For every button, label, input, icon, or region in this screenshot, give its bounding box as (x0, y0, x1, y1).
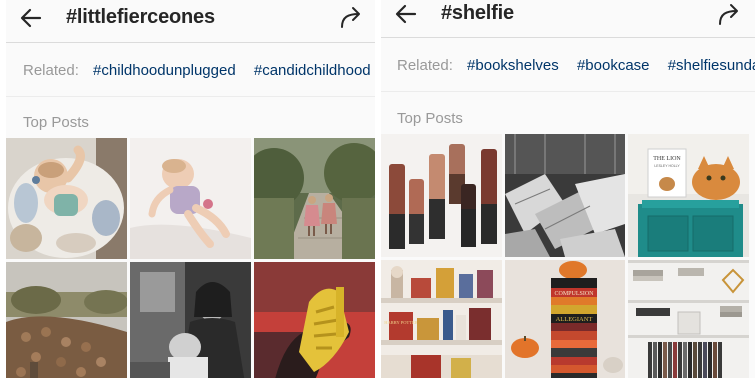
top-bar: #littlefierceones (6, 0, 375, 43)
related-tag-link[interactable]: #candidchildhood (254, 62, 371, 79)
related-tag-link[interactable]: #bookshelves (467, 57, 559, 74)
share-arrow-icon[interactable] (717, 3, 741, 27)
related-hashtags: Related: #bookshelves #bookcase #shelfie… (381, 39, 755, 92)
share-arrow-icon[interactable] (339, 6, 363, 30)
related-tag-link[interactable]: #bookcase (577, 57, 650, 74)
post-thumbnail[interactable] (130, 138, 251, 259)
post-thumbnail[interactable]: COMPULSION ALLEGIANT (505, 260, 625, 378)
top-posts-grid: THE LION LESLEY HOLLY HARRY POTTER COMPU… (381, 134, 749, 378)
top-bar: #shelfie (381, 0, 755, 38)
section-label-top-posts: Top Posts (23, 114, 89, 131)
book-cover-title: HARRY POTTER (384, 320, 417, 325)
related-label: Related: (397, 57, 453, 74)
book-spine-text: COMPULSION (554, 291, 594, 297)
post-thumbnail[interactable]: HARRY POTTER (381, 260, 502, 378)
related-hashtags: Related: #childhoodunplugged #candidchil… (6, 44, 375, 97)
post-thumbnail[interactable] (628, 260, 749, 378)
hashtag-panel-littlefierceones: #littlefierceones Related: #childhoodunp… (6, 0, 375, 378)
book-cover-author: LESLEY HOLLY (654, 164, 680, 168)
related-tag-link[interactable]: #shelfiesunday (668, 57, 755, 74)
back-arrow-icon[interactable] (20, 7, 42, 29)
post-thumbnail[interactable]: THE LION LESLEY HOLLY (628, 134, 749, 257)
book-cover-title: THE LION (653, 156, 681, 162)
post-thumbnail[interactable] (381, 134, 502, 257)
hashtag-panel-shelfie: #shelfie Related: #bookshelves #bookcase… (381, 0, 755, 378)
top-posts-grid (6, 138, 375, 378)
page-title: #littlefierceones (66, 6, 215, 28)
back-arrow-icon[interactable] (395, 3, 417, 25)
section-label-top-posts: Top Posts (397, 110, 463, 127)
post-thumbnail[interactable] (130, 262, 251, 378)
post-thumbnail[interactable] (505, 134, 625, 257)
post-thumbnail[interactable] (6, 138, 127, 259)
related-tag-link[interactable]: #childhoodunplugged (93, 62, 236, 79)
book-spine-text: ALLEGIANT (556, 316, 593, 323)
post-thumbnail[interactable] (254, 138, 375, 259)
related-label: Related: (23, 62, 79, 79)
post-thumbnail[interactable] (254, 262, 375, 378)
page-title: #shelfie (441, 2, 514, 24)
post-thumbnail[interactable] (6, 262, 127, 378)
